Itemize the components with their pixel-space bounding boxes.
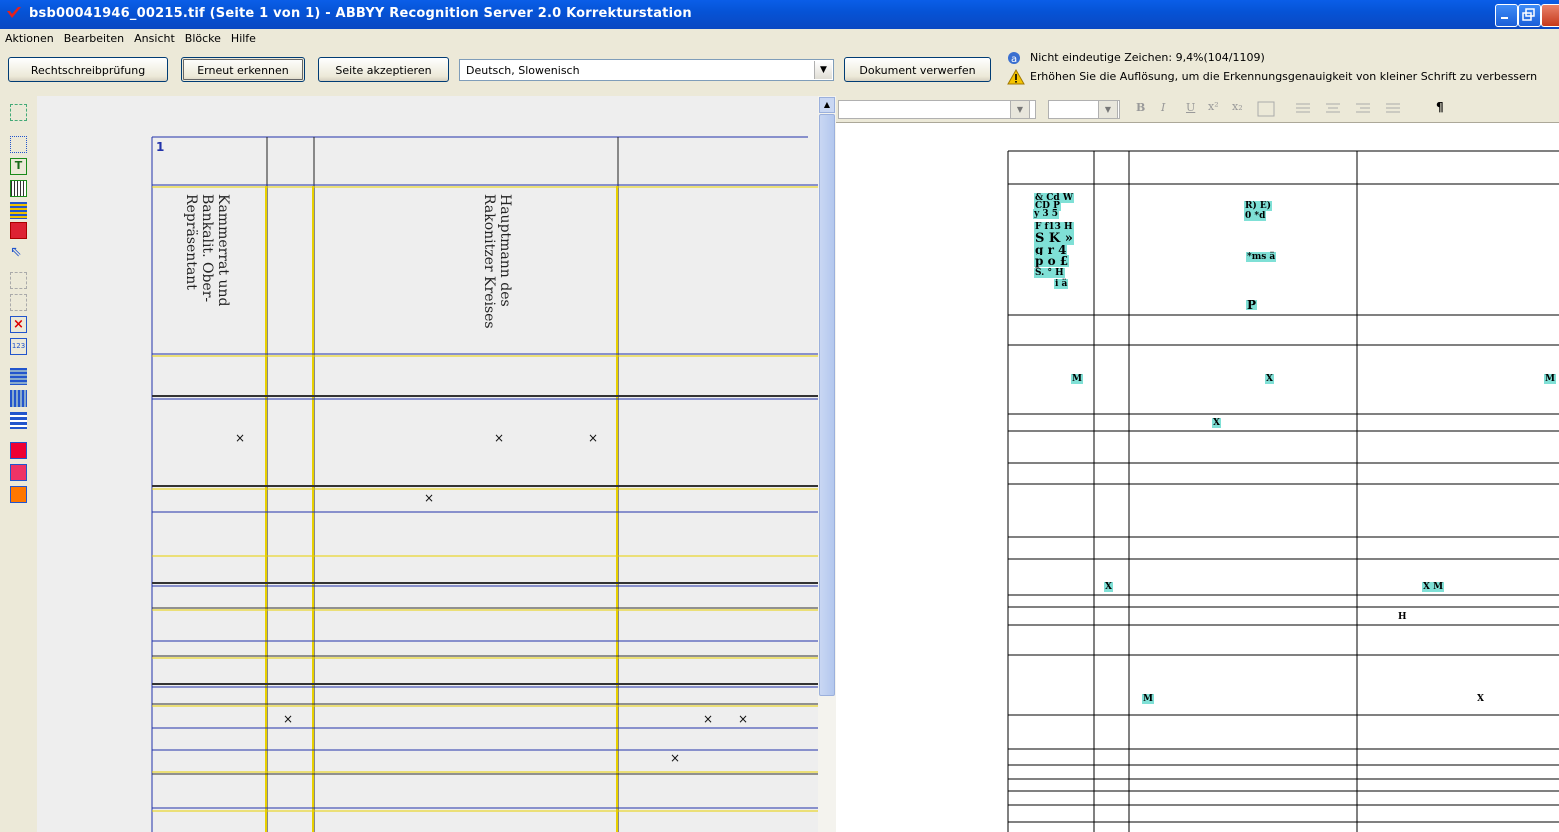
chevron-down-icon[interactable]: ▼ [1098, 100, 1118, 119]
cross-mark: × [703, 712, 714, 726]
recognized-table [1007, 150, 1559, 832]
add-column-tool-icon[interactable] [10, 390, 27, 407]
text-pane[interactable]: ▼ ▼ B I U x² x₂ ¶ & Cd W CD P y 3 5 F f1… [836, 96, 1559, 832]
menu-aktionen[interactable]: Aktionen [0, 29, 59, 45]
cross-mark: × [235, 431, 246, 445]
merge-cells-tool-icon[interactable] [10, 412, 27, 429]
accept-page-button[interactable]: Seite akzeptieren [318, 57, 449, 82]
minimize-icon [1501, 17, 1508, 19]
format-toolbar: ▼ ▼ B I U x² x₂ ¶ [836, 96, 1559, 123]
rect-block-tool-icon[interactable] [10, 136, 27, 153]
image-pane[interactable]: 1 Kammerrat und Bankalit. Ober- Repräsen… [37, 96, 818, 832]
pointer-tool-icon[interactable]: ⇖ [10, 244, 27, 261]
warning-icon [1007, 69, 1025, 85]
italic-button[interactable]: I [1161, 101, 1165, 114]
order-blocks-tool-icon[interactable]: 123 [10, 338, 27, 355]
cell-type-tool-icon[interactable] [10, 486, 27, 503]
menu-bearbeiten[interactable]: Bearbeiten [59, 29, 129, 45]
col1-header-line2: Bankalit. Ober- [199, 194, 215, 303]
image-vertical-scrollbar[interactable]: ▲ [818, 96, 836, 832]
delete-block-tool-icon[interactable]: × [10, 316, 27, 333]
bold-button[interactable]: B [1136, 101, 1145, 114]
scroll-up-icon[interactable]: ▲ [819, 97, 835, 113]
ocr-fragment[interactable]: X [1476, 694, 1485, 704]
text-block-tool-icon[interactable]: T [10, 158, 27, 175]
ocr-fragment[interactable]: y 3 5 [1033, 209, 1060, 219]
ocr-fragment[interactable]: i ä [1054, 279, 1069, 289]
alignment-icons[interactable] [1294, 101, 1424, 117]
col2-header-line2: Rakonitzer Kreises [481, 194, 497, 329]
col2-header-line1: Hauptmann des [497, 194, 513, 307]
cross-mark: × [283, 712, 294, 726]
add-row-tool-icon[interactable] [10, 368, 27, 385]
col1-header-line1: Kammerrat und [215, 194, 231, 307]
window-title: bsb00041946_00215.tif (Seite 1 von 1) - … [29, 6, 692, 21]
scroll-thumb[interactable] [819, 114, 835, 696]
block-tools-strip: T ⇖ × 123 [0, 96, 37, 832]
block-number: 1 [156, 140, 165, 154]
ocr-fragment[interactable]: X [1212, 418, 1221, 428]
ocr-fragment[interactable]: S. ° H [1034, 268, 1065, 278]
show-paragraph-marks-button[interactable]: ¶ [1436, 100, 1444, 114]
chevron-down-icon[interactable]: ▼ [1010, 100, 1030, 119]
barcode-block-tool-icon[interactable] [10, 180, 27, 197]
uncertain-chars-status: Nicht eindeutige Zeichen: 9,4%(104/1109) [1030, 51, 1265, 64]
ocr-fragment[interactable]: X [1104, 582, 1113, 592]
ocr-fragment[interactable]: R) E) [1244, 201, 1272, 211]
cell-text-tool-icon[interactable] [10, 464, 27, 481]
ocr-fragment[interactable]: M [1071, 374, 1083, 384]
restore-button[interactable] [1518, 4, 1541, 27]
menu-bloecke[interactable]: Blöcke [180, 29, 226, 45]
svg-text:a: a [1011, 54, 1017, 65]
ocr-fragment[interactable]: 0 *d [1244, 211, 1267, 221]
chevron-down-icon[interactable]: ▼ [814, 61, 832, 79]
ocr-fragment[interactable]: M [1142, 694, 1154, 704]
uncertain-chars-icon: a [1008, 52, 1020, 65]
restore-icon [1522, 8, 1535, 21]
ocr-fragment[interactable]: X M [1422, 582, 1445, 592]
scanned-page-image [151, 136, 818, 832]
ocr-fragment[interactable]: P [1246, 299, 1258, 311]
ocr-fragment[interactable]: X [1265, 374, 1274, 384]
subscript-button[interactable]: x₂ [1232, 100, 1243, 113]
resolution-warning: Erhöhen Sie die Auflösung, um die Erkenn… [1030, 70, 1538, 83]
disabled-tool-icon [10, 294, 27, 311]
discard-document-button[interactable]: Dokument verwerfen [844, 57, 991, 82]
menu-bar: Aktionen Bearbeiten Ansicht Blöcke Hilfe [0, 29, 1559, 48]
ocr-fragment[interactable]: p o £ [1034, 255, 1070, 267]
app-check-icon [7, 7, 21, 18]
spellcheck-button[interactable]: Rechtschreibprüfung [8, 57, 168, 82]
language-select[interactable]: Deutsch, Slowenisch ▼ [459, 59, 834, 81]
language-value: Deutsch, Slowenisch [466, 64, 580, 77]
title-bar: bsb00041946_00215.tif (Seite 1 von 1) - … [0, 0, 1559, 29]
ocr-fragment[interactable]: M [1544, 374, 1556, 384]
picture-block-tool-icon[interactable] [10, 222, 27, 239]
cross-mark: × [424, 491, 435, 505]
ocr-fragment[interactable]: H [1397, 612, 1408, 622]
menu-hilfe[interactable]: Hilfe [226, 29, 261, 45]
col1-header-line3: Repräsentant [183, 194, 199, 290]
superscript-button[interactable]: x² [1208, 100, 1219, 113]
cross-mark: × [494, 431, 505, 445]
cross-mark: × [738, 712, 749, 726]
spell-options-icon[interactable] [1257, 101, 1275, 117]
menu-ansicht[interactable]: Ansicht [129, 29, 180, 45]
underline-button[interactable]: U [1186, 101, 1195, 114]
cross-mark: × [588, 431, 599, 445]
select-area-tool-icon[interactable] [10, 104, 27, 121]
table-block-tool-icon[interactable] [10, 202, 27, 219]
cell-picture-tool-icon[interactable] [10, 442, 27, 459]
rerecognize-button[interactable]: Erneut erkennen [181, 57, 305, 82]
font-name-select[interactable] [838, 100, 1036, 119]
close-button[interactable] [1541, 4, 1559, 27]
minimize-button[interactable] [1495, 4, 1518, 27]
ocr-fragment[interactable]: *ms ä [1246, 252, 1277, 262]
cross-mark: × [670, 751, 681, 765]
disabled-tool-icon [10, 272, 27, 289]
